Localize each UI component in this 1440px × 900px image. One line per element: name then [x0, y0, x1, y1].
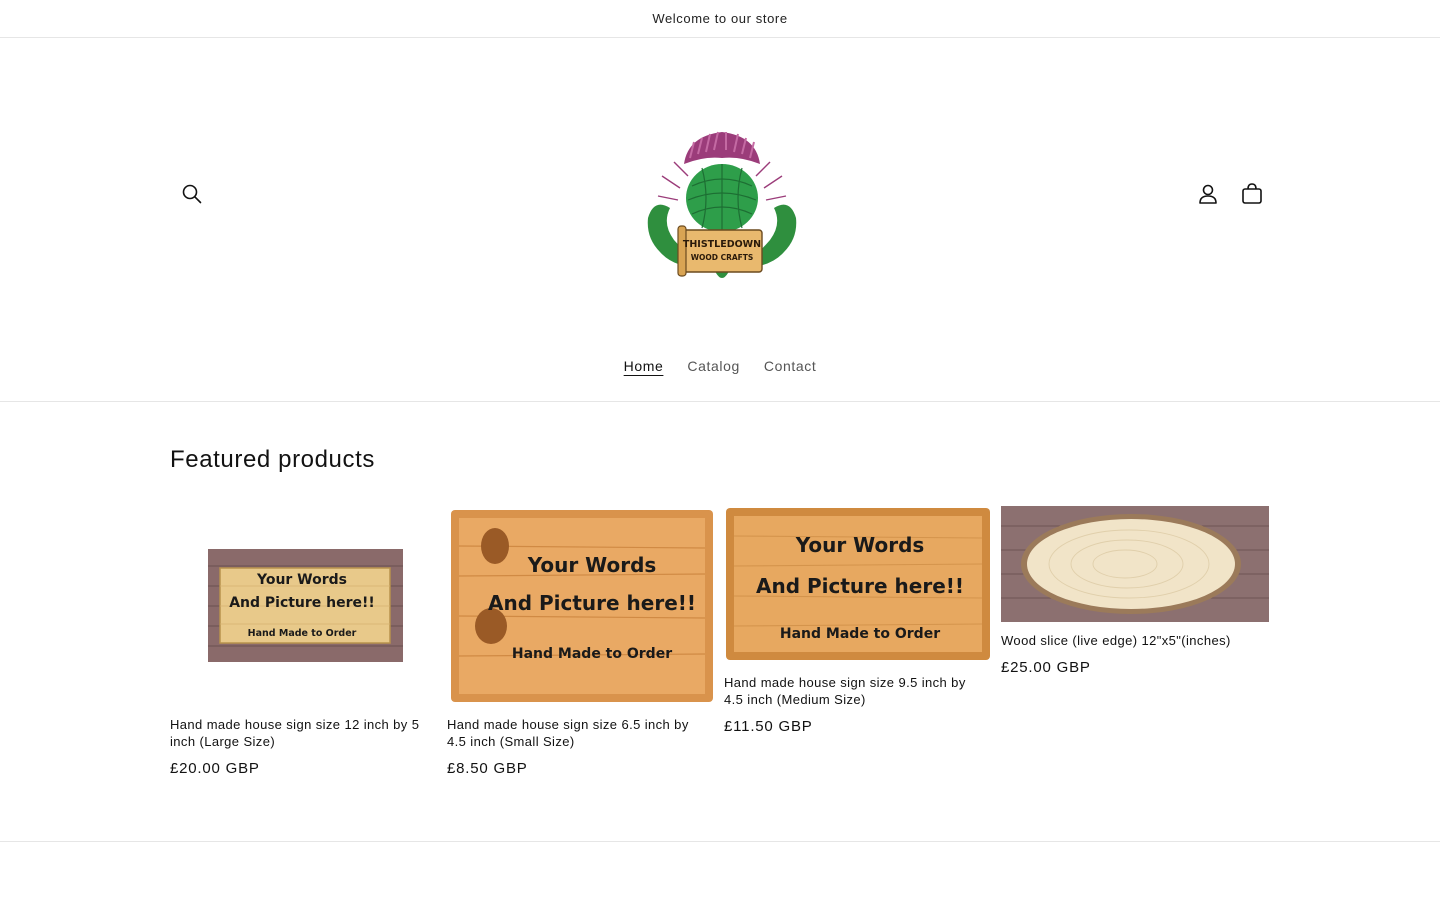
search-button[interactable] [170, 172, 214, 216]
section-title: Featured products [170, 446, 375, 473]
product-card[interactable]: Your Words And Picture here!! Hand Made … [170, 506, 438, 777]
image-line3: Hand Made to Order [512, 646, 672, 662]
announcement-text: Welcome to our store [652, 11, 788, 26]
store-logo[interactable]: THISTLEDOWN WOOD CRAFTS [640, 128, 804, 298]
search-icon [182, 184, 202, 204]
logo-text-line1: THISTLEDOWN [683, 239, 761, 250]
product-title[interactable]: Wood slice (live edge) 12"x5"(inches) [1001, 632, 1263, 649]
account-button[interactable] [1186, 172, 1230, 216]
announcement-bar: Welcome to our store [0, 0, 1440, 38]
image-line1: Your Words [527, 553, 657, 577]
product-title[interactable]: Hand made house sign size 12 inch by 5 i… [170, 716, 432, 750]
product-card[interactable]: Wood slice (live edge) 12"x5"(inches) £2… [1001, 506, 1269, 676]
product-image[interactable]: Your Words And Picture here!! Hand Made … [170, 506, 438, 706]
nav-item-home[interactable]: Home [612, 350, 676, 382]
image-line1: Your Words [256, 572, 347, 588]
product-card[interactable]: Your Words And Picture here!! Hand Made … [447, 506, 715, 777]
product-card[interactable]: Your Words And Picture here!! Hand Made … [724, 506, 992, 735]
product-price: £8.50 GBP [447, 760, 528, 777]
nav-item-catalog[interactable]: Catalog [675, 350, 751, 382]
product-price: £11.50 GBP [724, 718, 813, 735]
product-image[interactable] [1001, 506, 1269, 622]
nav-item-contact[interactable]: Contact [752, 350, 828, 382]
image-line3: Hand Made to Order [780, 626, 940, 642]
account-icon [1199, 184, 1217, 204]
image-line2: And Picture here!! [488, 591, 696, 615]
main-nav: Home Catalog Contact [0, 350, 1440, 382]
product-title[interactable]: Hand made house sign size 6.5 inch by 4.… [447, 716, 709, 750]
image-line3: Hand Made to Order [248, 628, 357, 639]
product-price: £25.00 GBP [1001, 659, 1091, 676]
product-image[interactable]: Your Words And Picture here!! Hand Made … [447, 506, 715, 706]
image-line1: Your Words [795, 533, 925, 557]
cart-icon [1242, 183, 1262, 204]
image-line2: And Picture here!! [229, 595, 375, 611]
product-image[interactable]: Your Words And Picture here!! Hand Made … [724, 506, 992, 664]
site-header: THISTLEDOWN WOOD CRAFTS Home Catalog Con… [0, 38, 1440, 402]
featured-products-section: Featured products Your Words And Picture… [0, 402, 1440, 842]
cart-button[interactable] [1230, 172, 1274, 216]
product-price: £20.00 GBP [170, 760, 260, 777]
logo-text-line2: WOOD CRAFTS [691, 253, 754, 262]
image-line2: And Picture here!! [756, 574, 964, 598]
product-title[interactable]: Hand made house sign size 9.5 inch by 4.… [724, 674, 986, 708]
